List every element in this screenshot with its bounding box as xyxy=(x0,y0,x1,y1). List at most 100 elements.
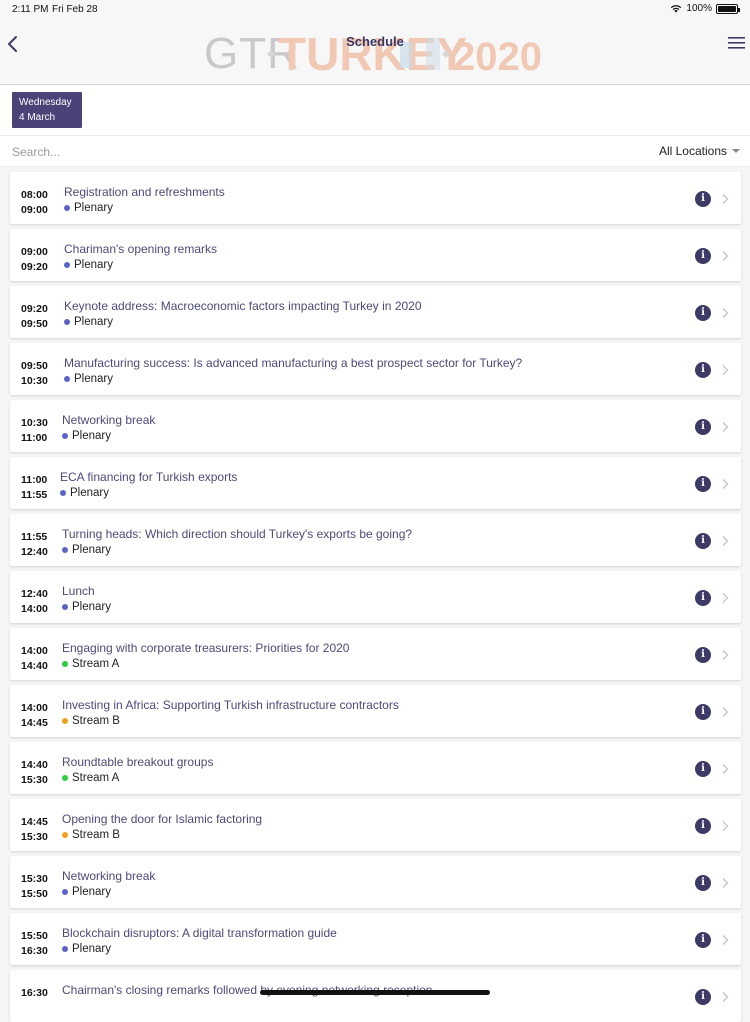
session-end-time: 15:30 xyxy=(21,773,48,786)
info-icon[interactable]: i xyxy=(695,704,711,720)
info-icon[interactable]: i xyxy=(695,248,711,264)
session-start-time: 11:00 xyxy=(21,474,48,486)
session-times: 15:50 16:30 xyxy=(21,929,48,958)
info-icon[interactable]: i xyxy=(695,818,711,834)
chevron-right-icon xyxy=(722,422,729,432)
search-input[interactable] xyxy=(12,143,412,161)
info-icon[interactable]: i xyxy=(695,761,711,777)
info-icon[interactable]: i xyxy=(695,305,711,321)
session-title: Blockchain disruptors: A digital transfo… xyxy=(62,926,337,940)
session-card[interactable]: 16:30 Chairman's closing remarks followed… xyxy=(10,970,741,1022)
session-card[interactable]: 14:00 14:45 Investing in Africa: Supportin… xyxy=(10,685,741,737)
session-location: Plenary xyxy=(64,373,113,385)
home-indicator xyxy=(260,990,490,995)
session-title: Chariman's opening remarks xyxy=(64,242,218,256)
session-times: 15:30 15:50 xyxy=(21,872,48,901)
status-time: 2:11 PM xyxy=(12,4,49,15)
session-card[interactable]: 11:55 12:40 Turning heads: Which direction… xyxy=(10,514,741,566)
session-location-label: Plenary xyxy=(72,544,111,556)
session-location-label: Plenary xyxy=(74,259,113,271)
session-title: Engaging with corporate treasurers: Prio… xyxy=(62,641,350,655)
battery-percent: 100% xyxy=(686,3,712,14)
session-card[interactable]: 09:00 09:20 Chariman's opening remarks Plen… xyxy=(10,229,741,281)
session-title: Manufacturing success: Is advanced manuf… xyxy=(64,356,523,370)
session-card[interactable]: 15:50 16:30 Blockchain disruptors: A digit… xyxy=(10,913,741,965)
session-times: 09:20 09:50 xyxy=(21,302,48,331)
session-card[interactable]: 09:50 10:30 Manufacturing success: Is adva… xyxy=(10,343,741,395)
session-times: 11:55 12:40 xyxy=(21,530,48,559)
session-location-label: Plenary xyxy=(72,430,111,442)
session-card[interactable]: 12:40 14:00 Lunch Plenary i xyxy=(10,571,741,623)
info-icon[interactable]: i xyxy=(695,533,711,549)
session-card[interactable]: 09:20 09:50 Keynote address: Macroeconomic… xyxy=(10,286,741,338)
session-location-label: Plenary xyxy=(74,202,113,214)
session-title: ECA financing for Turkish exports xyxy=(60,470,238,484)
chevron-right-icon xyxy=(722,308,729,318)
chevron-right-icon xyxy=(722,821,729,831)
session-times: 08:00 09:00 xyxy=(21,188,48,217)
session-end-time: 12:40 xyxy=(21,545,48,558)
chevron-right-icon xyxy=(722,251,729,261)
session-title: Turning heads: Which direction should Tu… xyxy=(62,527,413,541)
location-dot-icon xyxy=(62,775,68,781)
info-icon[interactable]: i xyxy=(695,362,711,378)
info-icon[interactable]: i xyxy=(695,191,711,207)
session-location: Plenary xyxy=(64,259,113,271)
date-tab-weekday: Wednesday xyxy=(19,97,72,108)
session-title: Lunch xyxy=(62,584,95,598)
session-end-time: 14:00 xyxy=(21,602,48,615)
session-title: Roundtable breakout groups xyxy=(62,755,214,769)
session-title: Networking break xyxy=(62,413,156,427)
wifi-icon xyxy=(671,5,682,13)
chevron-right-icon xyxy=(722,764,729,774)
session-start-time: 09:50 xyxy=(21,360,48,372)
hamburger-menu-icon[interactable] xyxy=(726,36,746,50)
session-title: Keynote address: Macroeconomic factors i… xyxy=(64,299,422,313)
session-card[interactable]: 11:00 11:55 ECA financing for Turkish expo… xyxy=(10,457,741,509)
session-location: Plenary xyxy=(62,544,111,556)
session-title: Investing in Africa: Supporting Turkish … xyxy=(62,698,399,712)
session-start-time: 16:30 xyxy=(21,987,48,999)
status-bar: 2:11 PM Fri Feb 28 100% xyxy=(0,0,750,18)
status-right: 100% xyxy=(670,3,740,14)
location-dot-icon xyxy=(64,262,70,268)
info-icon[interactable]: i xyxy=(695,647,711,663)
caret-down-icon xyxy=(732,149,740,153)
info-icon[interactable]: i xyxy=(695,476,711,492)
location-dot-icon xyxy=(60,490,66,496)
session-times: 11:00 11:55 xyxy=(21,473,47,502)
session-times: 14:40 15:30 xyxy=(21,758,48,787)
session-card[interactable]: 15:30 15:50 Networking break Plenary i xyxy=(10,856,741,908)
info-icon[interactable]: i xyxy=(695,590,711,606)
chevron-right-icon xyxy=(722,479,729,489)
session-location-label: Stream B xyxy=(72,715,120,727)
info-icon[interactable]: i xyxy=(695,419,711,435)
session-times: 09:50 10:30 xyxy=(21,359,48,388)
session-start-time: 08:00 xyxy=(21,189,48,201)
info-icon[interactable]: i xyxy=(695,989,711,1005)
date-tab-selected[interactable]: Wednesday 4 March xyxy=(12,92,82,128)
session-card[interactable]: 10:30 11:00 Networking break Plenary i xyxy=(10,400,741,452)
session-location: Plenary xyxy=(60,487,109,499)
session-start-time: 11:55 xyxy=(21,531,48,543)
session-card[interactable]: 08:00 09:00 Registration and refreshments P… xyxy=(10,172,741,224)
page-title: Schedule xyxy=(346,34,404,49)
location-filter-dropdown[interactable]: All Locations xyxy=(659,144,740,158)
chevron-right-icon xyxy=(722,536,729,546)
chevron-right-icon xyxy=(722,365,729,375)
info-icon[interactable]: i xyxy=(695,932,711,948)
session-card[interactable]: 14:40 15:30 Roundtable breakout groups Stre… xyxy=(10,742,741,794)
chevron-right-icon xyxy=(722,650,729,660)
session-location: Plenary xyxy=(64,316,113,328)
session-start-time: 12:40 xyxy=(21,588,48,600)
session-card[interactable]: 14:00 14:40 Engaging with corporate treasu… xyxy=(10,628,741,680)
search-bar: All Locations xyxy=(0,136,750,167)
session-times: 09:00 09:20 xyxy=(21,245,48,274)
info-icon[interactable]: i xyxy=(695,875,711,891)
location-filter-label: All Locations xyxy=(658,144,727,158)
session-end-time: 14:40 xyxy=(21,659,48,672)
date-tab-day: 4 March xyxy=(19,112,56,123)
session-end-time: 09:20 xyxy=(21,260,48,273)
battery-icon xyxy=(716,3,740,14)
session-card[interactable]: 14:45 15:30 Opening the door for Islamic f… xyxy=(10,799,741,851)
